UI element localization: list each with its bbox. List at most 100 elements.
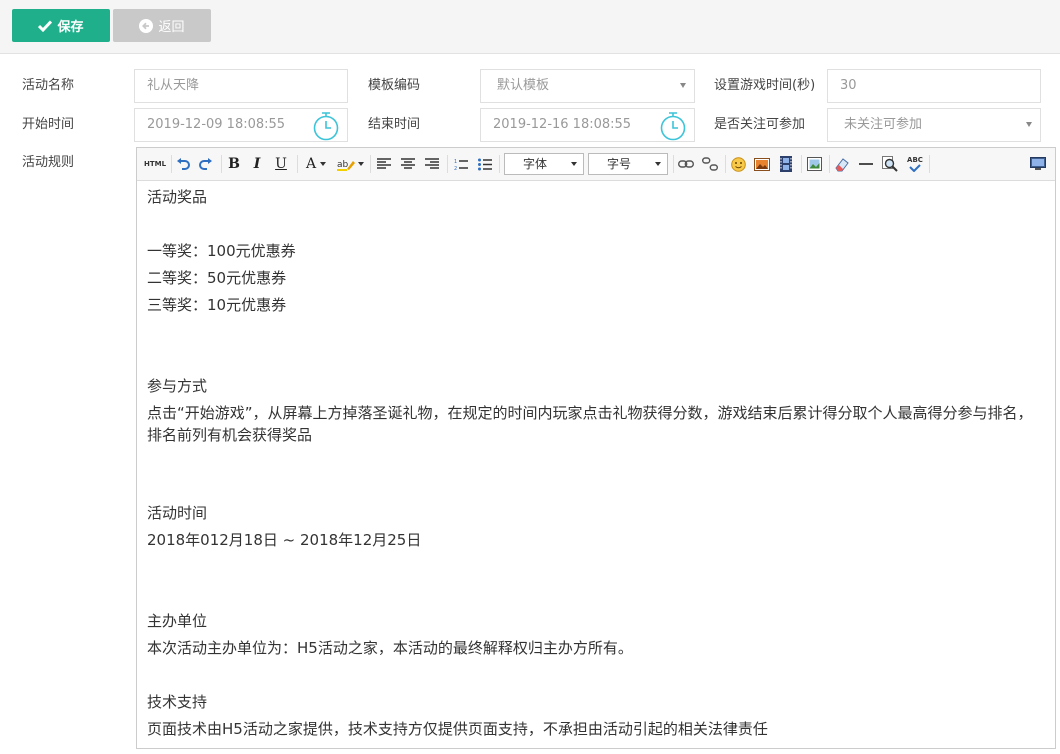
follow-required-label: 是否关注可参加 — [714, 117, 806, 132]
picture-icon — [806, 157, 822, 171]
toolbar-divider — [725, 155, 726, 173]
end-time-input[interactable]: 2019-12-16 18:08:55 — [480, 108, 695, 142]
find-replace-button[interactable] — [881, 155, 899, 173]
chevron-down-icon — [1026, 122, 1032, 127]
editor-paragraph: 一等奖：100元优惠券 — [147, 242, 296, 260]
spellcheck-button[interactable]: ABC — [905, 155, 925, 173]
eraser-icon — [835, 157, 849, 171]
editor-paragraph: 页面技术由H5活动之家提供，技术支持方仅提供页面支持，不承担由活动引起的相关法律… — [147, 720, 768, 738]
editor-paragraph — [147, 446, 1045, 473]
svg-text:1: 1 — [454, 159, 457, 165]
font-family-select[interactable]: 字体 — [504, 153, 584, 175]
follow-required-select[interactable]: 未关注可参加 — [827, 108, 1041, 142]
toolbar-divider — [171, 155, 172, 173]
chevron-down-icon — [357, 162, 364, 166]
editor-paragraph: 二等奖：50元优惠券 — [147, 269, 287, 287]
html-source-button[interactable]: HTML — [143, 155, 167, 173]
redo-icon — [199, 158, 212, 170]
chevron-down-icon — [320, 162, 327, 166]
align-left-icon — [377, 158, 391, 169]
font-color-button[interactable]: A — [302, 155, 330, 173]
clear-format-button[interactable] — [833, 155, 851, 173]
start-time-label: 开始时间 — [22, 117, 75, 132]
editor-paragraph: 技术支持 — [147, 693, 208, 711]
game-time-label: 设置游戏时间(秒) — [714, 78, 816, 93]
fullscreen-button[interactable] — [1029, 155, 1047, 173]
toolbar-divider — [499, 155, 500, 173]
save-button-label: 保存 — [57, 20, 84, 35]
editor-paragraph: 点击“开始游戏”，从屏幕上方掉落圣诞礼物，在规定的时间内玩家点击礼物获得分数，游… — [147, 404, 1033, 444]
template-code-select[interactable]: 默认模板 — [480, 69, 695, 103]
template-code-value: 默认模板 — [497, 78, 550, 93]
toolbar-divider — [297, 155, 298, 173]
align-right-button[interactable] — [423, 155, 441, 173]
end-time-label: 结束时间 — [368, 117, 421, 132]
bold-icon: B — [228, 156, 240, 172]
highlighter-icon: ab — [336, 160, 355, 171]
game-time-input[interactable]: 30 — [827, 69, 1041, 103]
align-center-icon — [401, 158, 415, 169]
highlight-color-button[interactable]: ab — [335, 155, 365, 173]
align-right-icon — [425, 158, 439, 169]
timer-icon[interactable] — [312, 111, 340, 141]
editor-content[interactable]: 活动奖品 一等奖：100元优惠券 二等奖：50元优惠券 三等奖：10元优惠券 参与方式点… — [147, 184, 1045, 743]
editor-paragraph: 本次活动主办单位为：H5活动之家，本活动的最终解释权归主办方所有。 — [147, 639, 633, 657]
timer-icon[interactable] — [659, 111, 687, 141]
insert-link-button[interactable] — [677, 155, 695, 173]
monitor-icon — [1030, 157, 1046, 170]
toolbar-divider — [801, 155, 802, 173]
editor-paragraph — [147, 346, 1045, 373]
editor-paragraph — [147, 473, 1045, 500]
editor-paragraph: 活动奖品 — [147, 188, 208, 206]
back-button[interactable]: 返回 — [113, 9, 211, 42]
image-icon — [754, 157, 770, 171]
editor-paragraph: 参与方式 — [147, 377, 208, 395]
italic-icon: I — [253, 156, 261, 172]
spellcheck-label: ABC — [907, 156, 923, 164]
save-button[interactable]: 保存 — [12, 9, 110, 42]
smiley-icon — [730, 156, 746, 172]
arrow-left-circle-icon — [139, 18, 154, 33]
toolbar-divider — [829, 155, 830, 173]
chevron-down-icon — [571, 162, 577, 166]
toolbar-divider — [221, 155, 222, 173]
editor-paragraph — [147, 581, 1045, 608]
rich-text-editor: HTML B I U A ab 1 2 字体 字号 ABC 活动奖品 一等奖：1… — [136, 147, 1056, 749]
start-time-value: 2019-12-09 18:08:55 — [147, 117, 286, 132]
template-code-label: 模板编码 — [368, 78, 421, 93]
insert-video-button[interactable] — [777, 155, 795, 173]
toolbar-divider — [929, 155, 930, 173]
game-time-placeholder: 30 — [840, 78, 857, 93]
insert-picture-button[interactable] — [805, 155, 823, 173]
editor-toolbar: HTML B I U A ab 1 2 字体 字号 ABC — [137, 148, 1055, 181]
horizontal-line-icon — [859, 163, 873, 165]
align-center-button[interactable] — [399, 155, 417, 173]
link-icon — [678, 160, 694, 168]
emoticon-button[interactable] — [729, 155, 747, 173]
toolbar-divider — [447, 155, 448, 173]
ordered-list-button[interactable]: 12 — [452, 155, 470, 173]
activity-name-placeholder: 礼从天降 — [147, 78, 200, 93]
horizontal-rule-button[interactable] — [857, 155, 875, 173]
activity-name-input[interactable]: 礼从天降 — [134, 69, 348, 103]
end-time-value: 2019-12-16 18:08:55 — [493, 117, 632, 132]
start-time-input[interactable]: 2019-12-09 18:08:55 — [134, 108, 348, 142]
font-family-select-label: 字体 — [523, 157, 548, 171]
bold-button[interactable]: B — [225, 155, 243, 173]
font-size-select[interactable]: 字号 — [588, 153, 668, 175]
font-color-icon: A — [305, 156, 317, 172]
unordered-list-button[interactable] — [476, 155, 494, 173]
align-left-button[interactable] — [375, 155, 393, 173]
italic-button[interactable]: I — [248, 155, 266, 173]
insert-image-button[interactable] — [753, 155, 771, 173]
undo-button[interactable] — [174, 155, 192, 173]
font-size-select-label: 字号 — [607, 157, 632, 171]
underline-button[interactable]: U — [272, 155, 290, 173]
redo-button[interactable] — [197, 155, 215, 173]
toolbar-divider — [370, 155, 371, 173]
underline-icon: U — [275, 156, 287, 172]
unlink-icon — [702, 157, 718, 171]
activity-name-label: 活动名称 — [22, 78, 75, 93]
editor-paragraph: 2018年012月18日 ~ 2018年12月25日 — [147, 531, 422, 549]
unlink-button[interactable] — [701, 155, 719, 173]
